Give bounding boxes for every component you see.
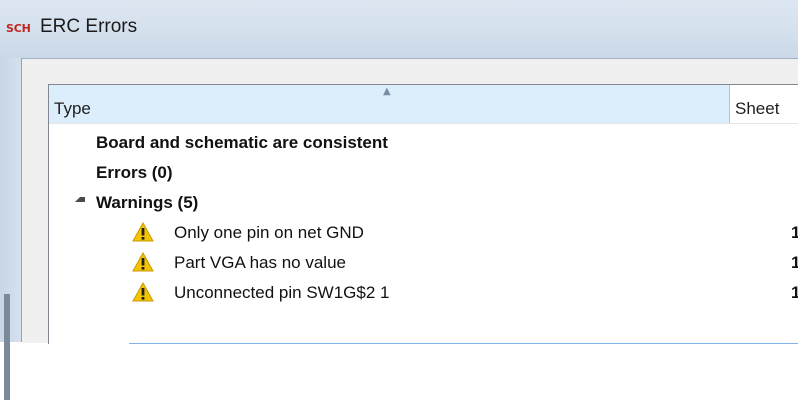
window-title: ERC Errors xyxy=(40,16,138,37)
column-header-type-label: Type xyxy=(54,99,91,118)
erc-results-list[interactable]: ▲ Type Sheet Board and schematic are con… xyxy=(48,84,798,344)
column-header-type[interactable]: ▲ Type xyxy=(49,85,730,123)
warning-message: Unconnected pin SW1G$2 1 xyxy=(174,283,390,302)
warnings-label: Warnings (5) xyxy=(96,193,199,212)
list-header: ▲ Type Sheet xyxy=(49,85,798,124)
list-item-consistency[interactable]: Board and schematic are consistent xyxy=(49,128,798,158)
warning-triangle-icon xyxy=(132,282,154,302)
frame-shadow xyxy=(4,294,10,400)
expanded-triangle-icon[interactable] xyxy=(75,197,85,202)
dialog-client-area: ▲ Type Sheet Board and schematic are con… xyxy=(22,58,798,344)
list-item-warning[interactable]: Unconnected pin SW1G$2 1 1 xyxy=(49,278,798,308)
list-item-warnings[interactable]: Warnings (5) xyxy=(49,188,798,218)
warning-sheet: 1 xyxy=(791,253,798,272)
title-bar[interactable]: SCH ERC Errors xyxy=(0,0,798,58)
sort-ascending-icon: ▲ xyxy=(383,86,391,97)
warning-message: Part VGA has no value xyxy=(174,253,346,272)
warning-sheet: 1 xyxy=(791,283,798,302)
column-header-sheet[interactable]: Sheet xyxy=(735,99,779,119)
window-frame-left xyxy=(0,58,22,400)
list-item-errors[interactable]: Errors (0) xyxy=(49,158,798,188)
warning-triangle-icon xyxy=(132,252,154,272)
warning-triangle-icon xyxy=(132,222,154,242)
row-focus-indicator xyxy=(129,343,798,344)
sch-app-icon: SCH xyxy=(6,22,31,35)
list-item-warning[interactable]: Only one pin on net GND 1 xyxy=(49,218,798,248)
consistency-label: Board and schematic are consistent xyxy=(96,133,388,152)
errors-label: Errors (0) xyxy=(96,163,173,182)
warning-sheet: 1 xyxy=(791,223,798,242)
list-item-warning[interactable]: Part VGA has no value 1 xyxy=(49,248,798,278)
warning-message: Only one pin on net GND xyxy=(174,223,364,242)
